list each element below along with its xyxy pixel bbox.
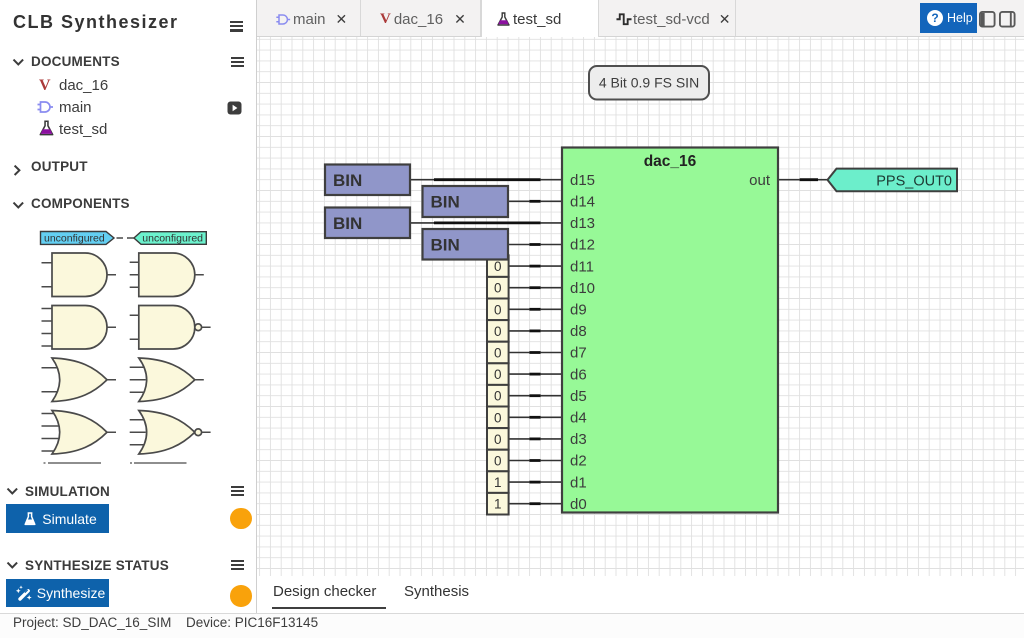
svg-text:unconfigured: unconfigured xyxy=(142,233,203,245)
svg-text:4 Bit 0.9 FS SIN: 4 Bit 0.9 FS SIN xyxy=(599,75,699,91)
svg-text:d1: d1 xyxy=(570,474,587,491)
svg-text:0: 0 xyxy=(494,410,502,425)
svg-text:out: out xyxy=(749,172,771,189)
svg-text:BIN: BIN xyxy=(431,193,460,212)
svg-text:d15: d15 xyxy=(570,172,595,189)
svg-text:d9: d9 xyxy=(570,302,587,319)
svg-text:d0: d0 xyxy=(570,496,587,513)
svg-text:0: 0 xyxy=(494,281,502,296)
svg-text:d13: d13 xyxy=(570,215,595,232)
svg-text:d8: d8 xyxy=(570,323,587,340)
svg-text:BIN: BIN xyxy=(333,171,362,190)
svg-text:d12: d12 xyxy=(570,237,595,254)
svg-text:0: 0 xyxy=(494,367,502,382)
svg-text:d4: d4 xyxy=(570,410,587,427)
svg-text:0: 0 xyxy=(494,346,502,361)
svg-text:0: 0 xyxy=(494,324,502,339)
svg-text:dac_16: dac_16 xyxy=(644,153,697,170)
svg-text:0: 0 xyxy=(494,389,502,404)
svg-text:d6: d6 xyxy=(570,366,587,383)
svg-text:0: 0 xyxy=(494,432,502,447)
svg-text:unconfigured: unconfigured xyxy=(44,233,105,245)
svg-text:d7: d7 xyxy=(570,345,587,362)
svg-text:d10: d10 xyxy=(570,280,595,297)
svg-text:BIN: BIN xyxy=(431,236,460,255)
svg-text:d2: d2 xyxy=(570,453,587,470)
svg-text:0: 0 xyxy=(494,259,502,274)
svg-text:d11: d11 xyxy=(570,258,594,275)
svg-text:PPS_OUT0: PPS_OUT0 xyxy=(876,174,952,190)
svg-text:0: 0 xyxy=(494,454,502,469)
svg-text:d14: d14 xyxy=(570,194,595,211)
svg-text:0: 0 xyxy=(494,302,502,317)
svg-text:1: 1 xyxy=(494,497,502,512)
svg-text:BIN: BIN xyxy=(333,214,362,233)
svg-text:d3: d3 xyxy=(570,431,587,448)
svg-text:1: 1 xyxy=(494,475,502,490)
svg-text:d5: d5 xyxy=(570,388,587,405)
